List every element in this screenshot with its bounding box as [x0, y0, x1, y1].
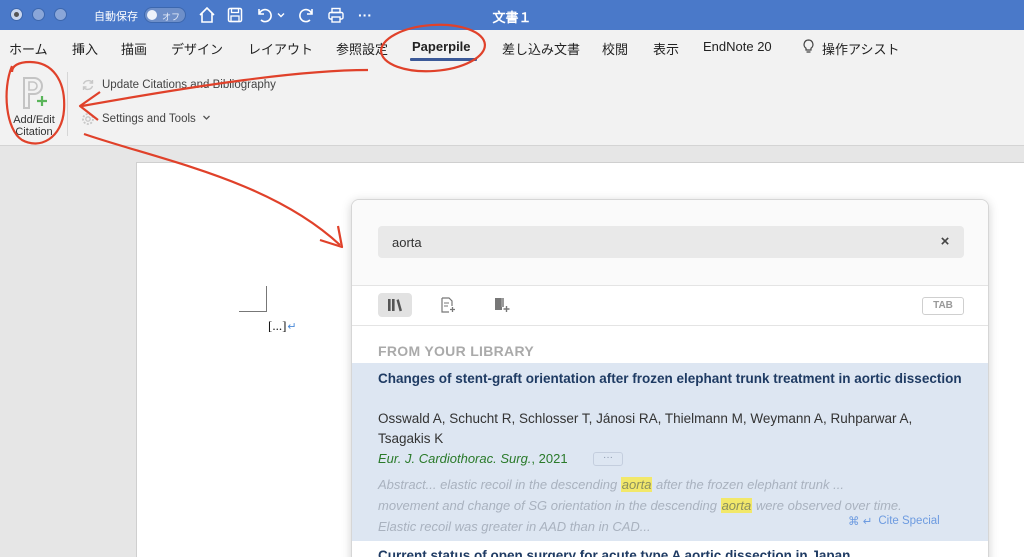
keyboard-shortcut-icon: ⌘ ↵ — [848, 516, 873, 528]
tab-draw[interactable]: 描画 — [121, 39, 147, 58]
clear-search-button[interactable]: × — [936, 233, 954, 251]
citation-placeholder[interactable]: [...]↵ — [268, 318, 297, 334]
update-citations-button[interactable]: Update Citations and Bibliography — [80, 75, 276, 95]
more-options-button[interactable]: ··· — [593, 452, 623, 466]
search-result-item[interactable]: Changes of stent-graft orientation after… — [352, 363, 988, 541]
document-title: 文書１ — [492, 10, 532, 25]
tab-endnote[interactable]: EndNote 20 — [703, 39, 772, 54]
update-citations-label: Update Citations and Bibliography — [102, 79, 276, 91]
tab-design[interactable]: デザイン — [171, 39, 223, 58]
ribbon-body: Add/Edit Citation Update Citations and B… — [0, 64, 1024, 146]
search-input[interactable] — [378, 226, 964, 258]
tab-tell-me[interactable]: 操作アシスト — [822, 39, 899, 58]
section-heading: FROM YOUR LIBRARY — [378, 343, 534, 359]
result-title: Changes of stent-graft orientation after… — [378, 371, 962, 386]
ribbon-divider — [67, 72, 68, 136]
search-result-title-2[interactable]: Current status of open surgery for acute… — [378, 548, 978, 557]
add-folder-icon[interactable] — [485, 293, 519, 317]
chevron-down-icon — [202, 113, 211, 125]
paragraph-mark: ↵ — [287, 321, 297, 333]
gear-icon — [80, 111, 96, 127]
tab-home[interactable]: ホーム — [9, 39, 48, 58]
tab-mailings[interactable]: 差し込み文書 — [502, 39, 580, 58]
add-document-icon[interactable] — [431, 293, 465, 317]
tab-layout[interactable]: レイアウト — [248, 39, 313, 58]
active-tab-indicator — [410, 58, 477, 61]
result-authors: Osswald A, Schucht R, Schlosser T, János… — [378, 411, 913, 446]
cite-special-label: Cite Special — [878, 515, 940, 527]
tab-references[interactable]: 参照設定 — [336, 39, 388, 58]
refresh-icon — [80, 77, 96, 93]
tab-review[interactable]: 校閲 — [602, 39, 628, 58]
lightbulb-icon[interactable] — [802, 39, 815, 57]
tab-key-hint: TAB — [922, 297, 964, 315]
settings-and-tools-label: Settings and Tools — [102, 113, 196, 125]
tab-paperpile[interactable]: Paperpile — [412, 39, 471, 54]
tab-insert[interactable]: 挿入 — [72, 39, 98, 58]
tab-view[interactable]: 表示 — [653, 39, 679, 58]
search-area: × — [352, 200, 988, 286]
title-bar: 自動保存 オフ ··· 文書１ — [0, 0, 1024, 30]
add-edit-citation-button[interactable]: Add/Edit Citation — [6, 70, 62, 140]
add-edit-citation-label: Add/Edit Citation — [13, 114, 55, 138]
ribbon-tabs: ホーム 挿入 描画 デザイン レイアウト 参照設定 Paperpile 差し込み… — [0, 30, 1024, 64]
cite-special-button[interactable]: ⌘ ↵ Cite Special — [848, 514, 940, 528]
paperpile-citation-panel: × TAB FROM YOUR LIBRARY Changes of stent… — [351, 199, 989, 557]
settings-and-tools-button[interactable]: Settings and Tools — [80, 109, 211, 129]
paperpile-add-icon — [23, 77, 47, 109]
margin-corner-mark — [239, 286, 267, 312]
library-icon[interactable] — [378, 293, 412, 317]
panel-toolbar: TAB — [352, 286, 988, 326]
result-journal: Eur. J. Cardiothorac. Surg., 2021 — [378, 451, 568, 466]
